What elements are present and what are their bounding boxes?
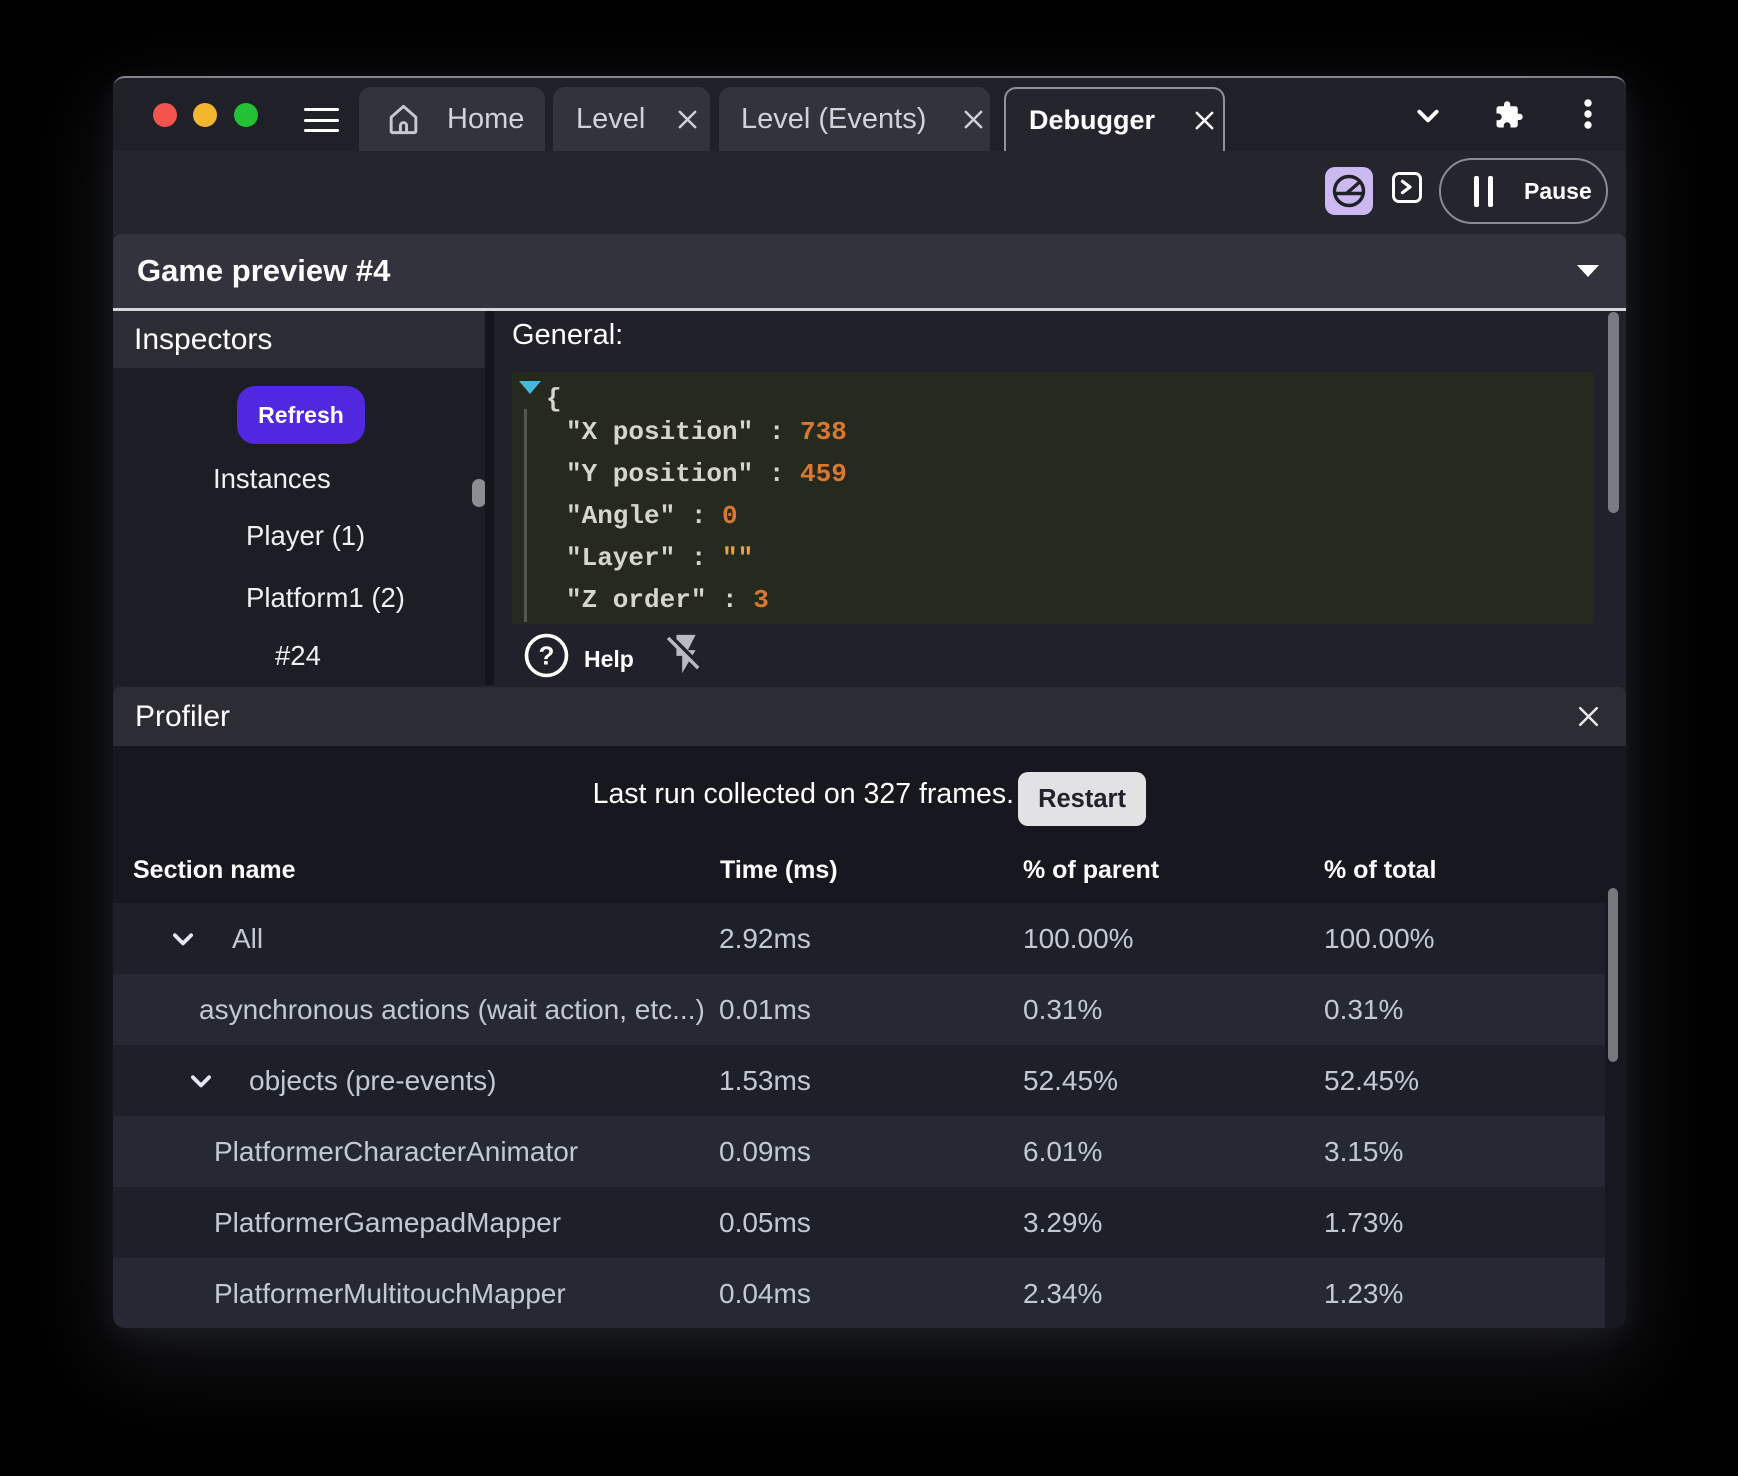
svg-text:?: ? [539, 641, 555, 671]
